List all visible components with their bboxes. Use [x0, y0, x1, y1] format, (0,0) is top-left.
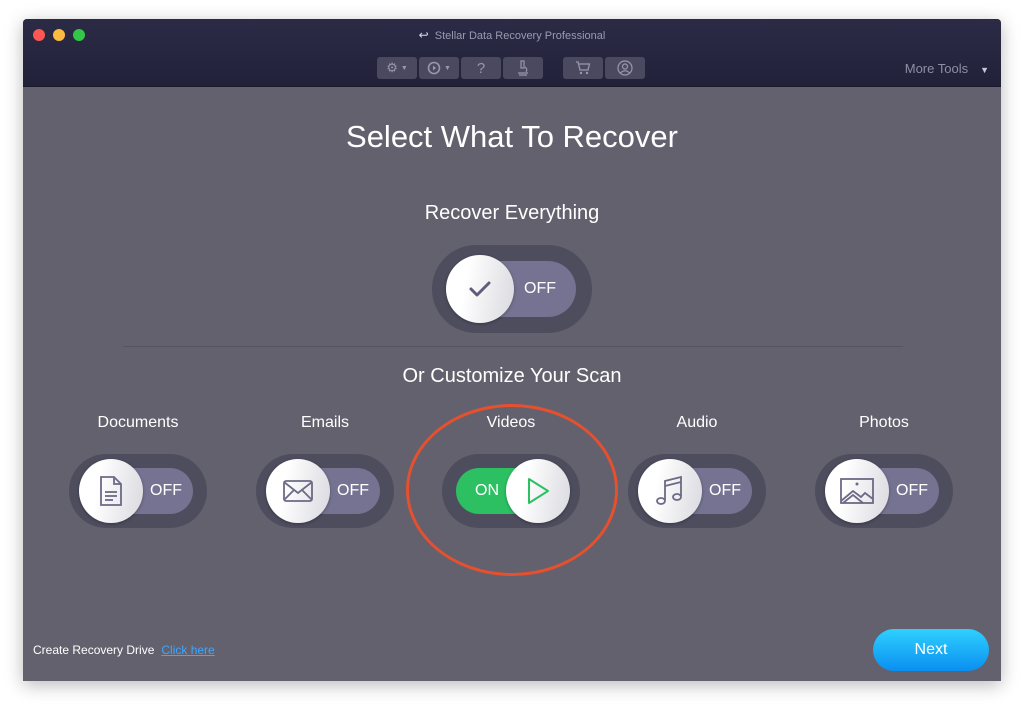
more-tools-menu[interactable]: More Tools ▼ [905, 61, 989, 76]
recover-everything-label: Recover Everything [424, 202, 600, 224]
cart-button[interactable] [563, 57, 603, 79]
account-button[interactable] [605, 57, 645, 79]
gear-icon: ⚙ [386, 60, 398, 75]
music-icon [656, 475, 682, 505]
toggle-knob[interactable] [825, 459, 889, 523]
app-window: ↩ Stellar Data Recovery Professional ⚙ ▼ ▼… [23, 19, 1001, 681]
toggle-state: OFF [896, 482, 928, 499]
help-button[interactable]: ? [461, 57, 501, 79]
app-title: ↩ Stellar Data Recovery Professional [23, 28, 1001, 42]
toggle-knob[interactable] [79, 459, 143, 523]
category-label-documents: Documents [97, 414, 179, 431]
help-icon: ? [476, 59, 486, 77]
cart-icon [575, 61, 591, 75]
history-button[interactable]: ▼ [419, 57, 459, 79]
create-recovery-drive: Create Recovery Drive Click here [33, 643, 215, 657]
category-label-photos: Photos [859, 414, 909, 431]
chevron-down-icon: ▼ [400, 64, 408, 72]
stellar-logo-icon: ↩ [418, 28, 429, 42]
app-title-text: Stellar Data Recovery Professional [434, 30, 606, 42]
email-icon [283, 480, 313, 502]
customize-scan-label: Or Customize Your Scan [402, 365, 622, 387]
photo-icon [840, 478, 874, 504]
title-bar: ↩ Stellar Data Recovery Professional ⚙ ▼ ▼… [23, 19, 1001, 87]
emails-toggle[interactable]: OFF [256, 454, 394, 528]
microscope-icon [516, 60, 530, 76]
toggle-knob[interactable] [638, 459, 702, 523]
toggle-state: OFF [524, 280, 556, 297]
documents-toggle[interactable]: OFF [69, 454, 207, 528]
audio-toggle[interactable]: OFF [628, 454, 766, 528]
next-button[interactable]: Next [873, 629, 989, 671]
toggle-knob[interactable] [266, 459, 330, 523]
document-icon [100, 476, 122, 506]
chevron-down-icon: ▼ [444, 64, 451, 72]
toggle-state: OFF [150, 482, 182, 499]
recover-everything-toggle[interactable]: OFF [432, 245, 592, 333]
create-drive-label: Create Recovery Drive [33, 643, 155, 657]
user-icon [617, 60, 633, 76]
settings-button[interactable]: ⚙ ▼ [377, 57, 417, 79]
photos-toggle[interactable]: OFF [815, 454, 953, 528]
toolbar: ⚙ ▼ ▼ ? [377, 57, 645, 79]
category-label-emails: Emails [300, 414, 349, 431]
page-title: Select What To Recover [346, 119, 678, 154]
toggle-state: OFF [337, 482, 369, 499]
toggle-knob[interactable] [446, 255, 514, 323]
highlight-annotation [406, 404, 618, 576]
more-tools-label: More Tools [904, 61, 969, 76]
caret-down-icon: ▼ [980, 65, 989, 75]
divider [123, 346, 903, 347]
check-icon [469, 281, 491, 297]
history-icon [427, 61, 441, 75]
microscope-button[interactable] [503, 57, 543, 79]
click-here-link[interactable]: Click here [161, 643, 214, 657]
category-label-audio: Audio [676, 414, 718, 431]
toggle-state: OFF [709, 482, 741, 499]
